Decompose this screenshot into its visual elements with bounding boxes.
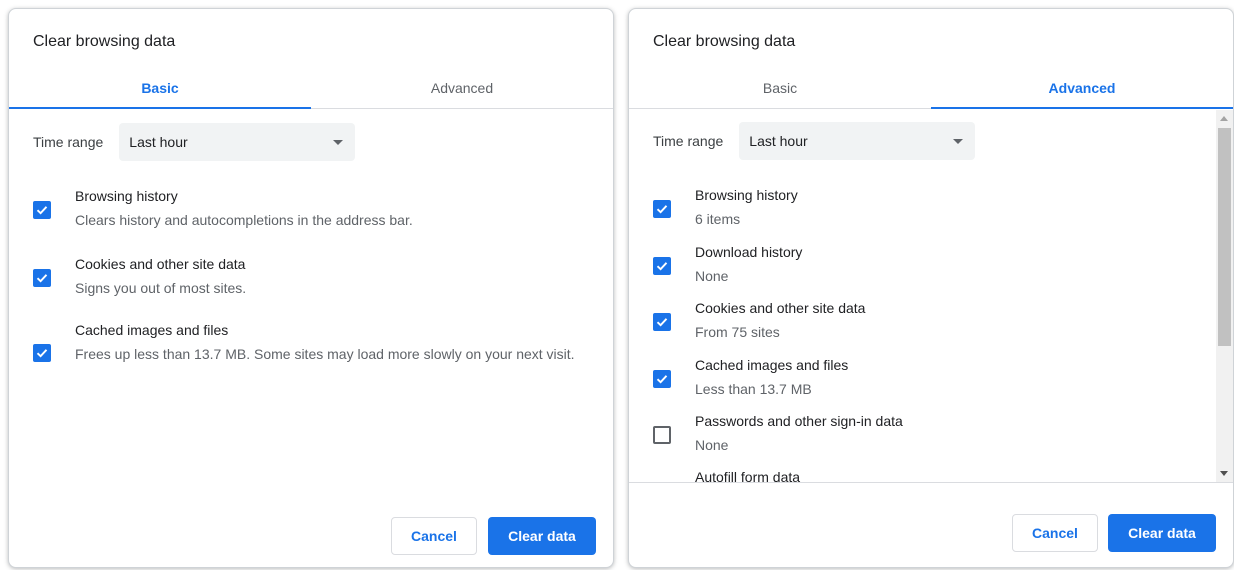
option-title: Browsing history [75, 188, 178, 204]
option-text: Cached images and files Frees up less th… [75, 321, 589, 366]
option-text: Cookies and other site data From 75 site… [695, 299, 1193, 344]
time-range-row: Time range Last hour [653, 122, 976, 160]
cancel-button[interactable]: Cancel [391, 517, 477, 555]
dropdown-caret-icon [953, 138, 964, 144]
passwords-checkbox[interactable] [653, 426, 671, 444]
option-title: Passwords and other sign-in data [695, 413, 903, 429]
scroll-down-arrow-icon[interactable] [1220, 471, 1228, 476]
dialog-title: Clear browsing data [653, 33, 796, 50]
time-range-value: Last hour [129, 134, 188, 150]
scrollbar-thumb[interactable] [1218, 128, 1231, 346]
cancel-button[interactable]: Cancel [1012, 514, 1098, 552]
cookies-checkbox[interactable] [33, 269, 51, 287]
dialog-title: Clear browsing data [33, 33, 176, 50]
option-title: Autofill form data [695, 469, 801, 482]
browsing-history-checkbox[interactable] [33, 201, 51, 219]
option-title: Cookies and other site data [75, 256, 246, 272]
tab-basic[interactable]: Basic [9, 67, 311, 109]
option-title: Cookies and other site data [695, 300, 866, 316]
time-range-value: Last hour [749, 133, 808, 149]
time-range-select[interactable]: Last hour [739, 122, 976, 160]
option-subtitle: Clears history and autocompletions in th… [75, 212, 413, 228]
clear-browsing-data-dialog-advanced: Clear browsing data Basic Advanced Time … [628, 8, 1234, 568]
option-title: Cached images and files [75, 322, 229, 338]
checkmark-icon [36, 274, 48, 283]
option-subtitle: 6 items [695, 211, 741, 227]
tab-basic[interactable]: Basic [629, 67, 931, 108]
clear-browsing-data-dialog-basic: Clear browsing data Basic Advanced Time … [8, 8, 614, 568]
option-text: Browsing history Clears history and auto… [75, 187, 589, 232]
options-scroll-area[interactable]: Time range Last hour Browsing history 6 … [629, 110, 1233, 482]
checkmark-icon [656, 262, 668, 271]
option-subtitle: From 75 sites [695, 324, 780, 340]
option-subtitle: Frees up less than 13.7 MB. Some sites m… [75, 346, 575, 362]
scroll-up-arrow-icon[interactable] [1220, 116, 1228, 121]
checkmark-icon [656, 205, 668, 214]
checkmark-icon [36, 349, 48, 358]
time-range-row: Time range Last hour [33, 123, 356, 161]
option-subtitle: None [695, 268, 729, 284]
option-text: Cookies and other site data Signs you ou… [75, 255, 589, 300]
checkmark-icon [36, 206, 48, 215]
time-range-label: Time range [33, 134, 104, 150]
option-title: Cached images and files [695, 357, 849, 373]
tab-bar: Basic Advanced [629, 67, 1233, 109]
option-text: Download history None [695, 243, 1193, 288]
tab-advanced[interactable]: Advanced [931, 67, 1233, 109]
option-text: Cached images and files Less than 13.7 M… [695, 356, 1193, 401]
time-range-select[interactable]: Last hour [119, 123, 356, 161]
download-history-checkbox[interactable] [653, 257, 671, 275]
time-range-label: Time range [653, 133, 724, 149]
checkmark-icon [656, 318, 668, 327]
dropdown-caret-icon [333, 139, 344, 145]
cached-images-checkbox[interactable] [33, 344, 51, 362]
option-subtitle: Less than 13.7 MB [695, 381, 812, 397]
vertical-scrollbar[interactable] [1216, 110, 1233, 482]
tab-bar: Basic Advanced [9, 67, 613, 109]
option-title: Download history [695, 244, 803, 260]
option-text: Passwords and other sign-in data None [695, 412, 1193, 457]
option-title: Browsing history [695, 187, 798, 203]
option-subtitle: Signs you out of most sites. [75, 280, 247, 296]
clear-data-button[interactable]: Clear data [1108, 514, 1216, 552]
cached-images-checkbox[interactable] [653, 370, 671, 388]
option-subtitle: None [695, 437, 729, 453]
browsing-history-checkbox[interactable] [653, 200, 671, 218]
option-text: Browsing history 6 items [695, 186, 1193, 231]
option-text: Autofill form data [695, 468, 1193, 482]
checkmark-icon [656, 375, 668, 384]
cookies-checkbox[interactable] [653, 313, 671, 331]
tab-advanced[interactable]: Advanced [311, 67, 613, 108]
clear-data-button[interactable]: Clear data [488, 517, 596, 555]
footer-divider [629, 482, 1233, 483]
